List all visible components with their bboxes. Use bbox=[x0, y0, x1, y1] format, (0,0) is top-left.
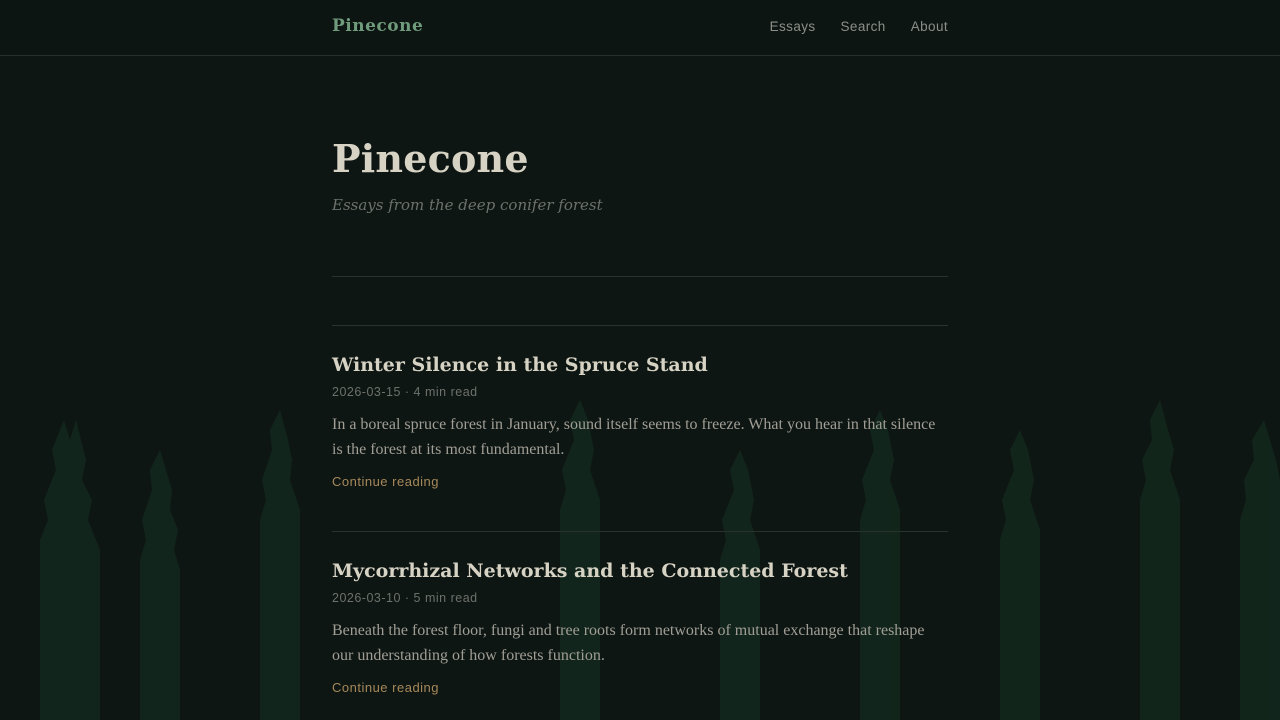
continue-reading-link[interactable]: Continue reading bbox=[332, 474, 439, 489]
post-title-link[interactable]: Winter Silence in the Spruce Stand bbox=[332, 353, 948, 377]
post-excerpt: Beneath the forest floor, fungi and tree… bbox=[332, 622, 925, 664]
post-card: Winter Silence in the Spruce Stand 2026-… bbox=[332, 353, 948, 491]
post-card: Mycorrhizal Networks and the Connected F… bbox=[332, 559, 948, 697]
post-excerpt: In a boreal spruce forest in January, so… bbox=[332, 416, 936, 458]
continue-reading-link[interactable]: Continue reading bbox=[332, 680, 439, 695]
nav-about-link[interactable]: About bbox=[911, 19, 948, 34]
top-navigation-bar: Pinecone Essays Search About bbox=[0, 0, 1280, 56]
site-tagline: Essays from the deep conifer forest bbox=[332, 196, 603, 214]
site-title: Pinecone bbox=[332, 136, 529, 181]
divider bbox=[332, 531, 948, 532]
post-meta: 2026-03-10 · 5 min read bbox=[332, 591, 478, 605]
brand-link[interactable]: Pinecone bbox=[332, 16, 423, 36]
post-title-link[interactable]: Mycorrhizal Networks and the Connected F… bbox=[332, 559, 948, 583]
main-nav: Essays Search About bbox=[770, 19, 948, 34]
divider bbox=[332, 276, 948, 277]
divider bbox=[332, 325, 948, 326]
nav-essays-link[interactable]: Essays bbox=[770, 19, 816, 34]
post-meta: 2026-03-15 · 4 min read bbox=[332, 385, 478, 399]
nav-search-link[interactable]: Search bbox=[841, 19, 886, 34]
